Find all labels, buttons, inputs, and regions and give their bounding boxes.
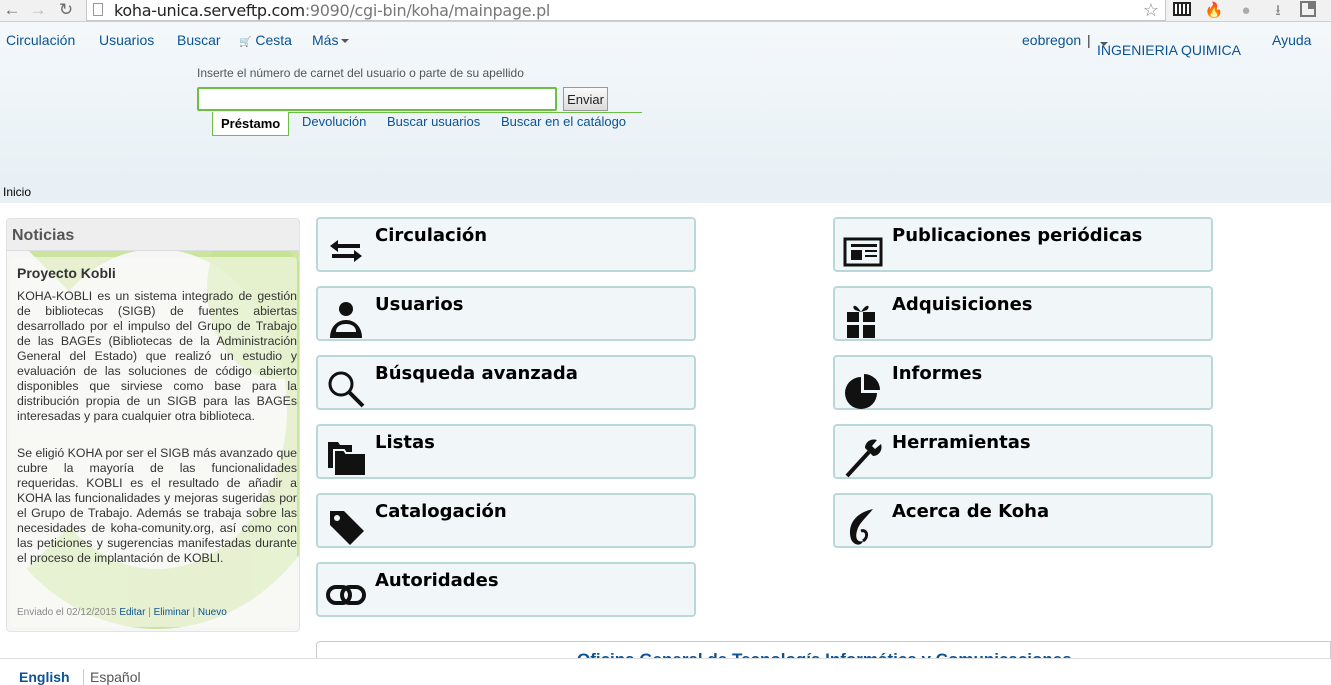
- language-english[interactable]: English: [19, 669, 70, 685]
- module-busqueda-avanzada[interactable]: Búsqueda avanzada: [316, 355, 696, 410]
- module-acerca[interactable]: Acerca de Koha: [833, 493, 1213, 548]
- language-spanish[interactable]: Español: [83, 669, 141, 685]
- download-extension-icon[interactable]: ⭳: [1268, 1, 1288, 21]
- branch-label: INGENIERIA QUIMICA: [1097, 42, 1241, 58]
- url-host: koha-unica.serveftp.com: [114, 1, 305, 20]
- module-label: Acerca de Koha: [892, 501, 1050, 522]
- tab-buscar-catalogo[interactable]: Buscar en el catálogo: [501, 114, 626, 129]
- module-informes[interactable]: Informes: [833, 355, 1213, 410]
- news-paragraph-2: Se eligió KOHA por ser el SIGB más avanz…: [17, 446, 297, 565]
- module-circulacion[interactable]: Circulación: [316, 217, 696, 272]
- tab-devolucion[interactable]: Devolución: [302, 114, 366, 129]
- koha-leaf-icon: [849, 509, 873, 545]
- record-extension-icon[interactable]: ●: [1236, 1, 1256, 21]
- nav-circulacion[interactable]: Circulación: [6, 32, 75, 48]
- module-label: Adquisiciones: [892, 294, 1033, 315]
- module-publicaciones[interactable]: Publicaciones periódicas: [833, 217, 1213, 272]
- news-panel: Noticias Proyecto Kobli KOHA-KOBLI es un…: [6, 218, 300, 632]
- module-label: Autoridades: [375, 570, 499, 591]
- module-label: Herramientas: [892, 432, 1031, 453]
- news-meta: Enviado el 02/12/2015 Editar | Eliminar …: [17, 607, 227, 618]
- page-header: Circulación Usuarios Buscar 🛒 Cesta Más …: [0, 22, 1331, 183]
- module-label: Listas: [375, 432, 435, 453]
- module-usuarios[interactable]: Usuarios: [316, 286, 696, 341]
- link-icon: [326, 585, 366, 605]
- news-delete-link[interactable]: Eliminar: [154, 607, 190, 618]
- module-herramientas[interactable]: Herramientas: [833, 424, 1213, 479]
- breadcrumb-home[interactable]: Inicio: [3, 185, 31, 199]
- back-icon[interactable]: ←: [2, 1, 22, 21]
- language-bar: English Español: [0, 658, 1331, 685]
- module-catalogacion[interactable]: Catalogación: [316, 493, 696, 548]
- nav-buscar[interactable]: Buscar: [177, 32, 221, 48]
- breadcrumb: Inicio: [0, 183, 1331, 203]
- module-label: Informes: [892, 363, 983, 384]
- module-label: Usuarios: [375, 294, 464, 315]
- user-icon: [330, 302, 362, 338]
- folders-icon: [328, 442, 366, 477]
- submit-button[interactable]: Enviar: [563, 87, 608, 111]
- news-paragraph-1: KOHA-KOBLI es un sistema integrado de ge…: [17, 289, 297, 423]
- gift-icon: [847, 305, 875, 338]
- url-path: :9090/cgi-bin/koha/mainpage.pl: [304, 1, 551, 20]
- bookmark-star-icon[interactable]: ☆: [1143, 0, 1159, 21]
- module-label: Circulación: [375, 225, 488, 246]
- search-label: Inserte el número de carnet del usuario …: [197, 66, 524, 80]
- patron-search-input[interactable]: [197, 87, 557, 111]
- module-autoridades[interactable]: Autoridades: [316, 562, 696, 617]
- module-adquisiciones[interactable]: Adquisiciones: [833, 286, 1213, 341]
- tag-icon: [330, 511, 364, 545]
- module-label: Búsqueda avanzada: [375, 363, 578, 384]
- circulation-arrows-icon: [330, 240, 362, 262]
- module-label: Catalogación: [375, 501, 507, 522]
- piano-extension-icon[interactable]: [1172, 1, 1192, 21]
- flame-extension-icon[interactable]: 🔥: [1204, 1, 1224, 21]
- logged-user[interactable]: eobregon: [1022, 32, 1081, 48]
- news-heading: Noticias: [7, 219, 299, 251]
- forward-icon[interactable]: →: [28, 1, 48, 21]
- reload-icon[interactable]: ↻: [56, 1, 76, 21]
- nav-cesta-label: Cesta: [255, 32, 292, 48]
- news-posted-date: Enviado el 02/12/2015: [17, 607, 117, 618]
- help-link[interactable]: Ayuda: [1272, 32, 1311, 48]
- nav-mas-label: Más: [312, 32, 339, 48]
- nav-mas[interactable]: Más: [312, 32, 350, 48]
- tab-buscar-usuarios[interactable]: Buscar usuarios: [387, 114, 480, 129]
- userbar-separator: |: [1087, 32, 1091, 48]
- news-edit-link[interactable]: Editar: [119, 607, 145, 618]
- wrench-icon: [845, 439, 882, 478]
- news-item: Proyecto Kobli KOHA-KOBLI es un sistema …: [11, 257, 297, 627]
- browser-toolbar: ← → ↻ koha-unica.serveftp.com:9090/cgi-b…: [0, 0, 1331, 22]
- module-listas[interactable]: Listas: [316, 424, 696, 479]
- search-icon: [328, 371, 365, 408]
- cart-icon: 🛒: [239, 37, 252, 48]
- news-new-link[interactable]: Nuevo: [198, 607, 227, 618]
- pie-chart-icon: [845, 374, 880, 409]
- menu-extension-icon[interactable]: [1298, 1, 1318, 21]
- nav-cesta[interactable]: 🛒 Cesta: [239, 32, 292, 48]
- news-item-title: Proyecto Kobli: [17, 265, 116, 281]
- module-label: Publicaciones periódicas: [892, 225, 1143, 246]
- chevron-down-icon: [1100, 42, 1108, 46]
- newspaper-icon: [843, 237, 883, 267]
- nav-usuarios[interactable]: Usuarios: [99, 32, 154, 48]
- address-bar[interactable]: koha-unica.serveftp.com:9090/cgi-bin/koh…: [86, 0, 1166, 21]
- chevron-down-icon: [341, 39, 350, 44]
- tab-prestamo[interactable]: Préstamo: [212, 112, 290, 136]
- page-icon: [93, 3, 103, 16]
